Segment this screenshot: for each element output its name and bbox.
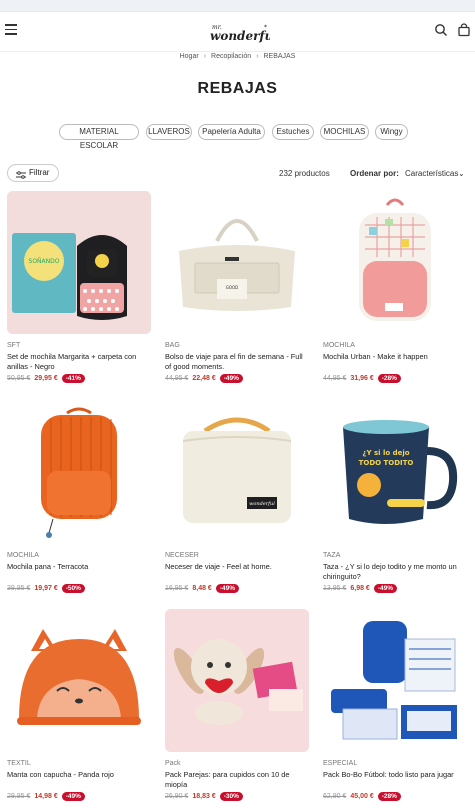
chevron-down-icon[interactable]: ⌄: [458, 169, 465, 178]
browser-top-strip: [0, 0, 475, 12]
filter-icon: [16, 169, 26, 179]
old-price: 26,90 €: [165, 792, 189, 800]
svg-text:GOOD: GOOD: [226, 285, 238, 290]
old-price: 50,95 €: [7, 374, 31, 382]
product-image[interactable]: ¿Y si lo dejo TODO TODITO: [323, 401, 467, 544]
sale-price: 8,48 €: [192, 584, 212, 592]
discount-badge: -49%: [215, 583, 240, 593]
old-price: 44,95 €: [165, 374, 189, 382]
product-image[interactable]: GOOD: [165, 191, 309, 334]
product-card[interactable]: SOÑANDO SFT Set de mochila Margarita + c…: [7, 191, 151, 384]
discount-badge: -30%: [219, 791, 243, 801]
product-card[interactable]: Pack Pack Parejas: para cupidos con 10 d…: [165, 609, 309, 802]
discount-badge: -49%: [373, 583, 398, 593]
breadcrumb: Hogar › Recopilación › REBAJAS: [0, 53, 475, 60]
product-card[interactable]: MOCHILA Mochila Urban - Make it happen 4…: [323, 191, 467, 384]
product-card[interactable]: ¿Y si lo dejo TODO TODITO TAZA Taza - ¿Y…: [323, 401, 467, 594]
chip-papeleria-adulta[interactable]: Papelería Adulta: [198, 124, 265, 140]
product-name[interactable]: Set de mochila Margarita + carpeta con a…: [7, 352, 151, 372]
product-category: MOCHILA: [323, 342, 355, 349]
svg-text:wonderful: wonderful: [249, 501, 275, 507]
svg-text:wonderful: wonderful: [210, 29, 270, 43]
discount-badge: -50%: [61, 583, 85, 593]
old-price: 29,95 €: [7, 792, 31, 800]
product-name[interactable]: Mochila pana - Terracota: [7, 562, 151, 582]
chip-wingy[interactable]: Wingy: [375, 124, 408, 140]
product-card[interactable]: wonderful NECESER Neceser de viaje - Fee…: [165, 401, 309, 594]
product-card[interactable]: MOCHILA Mochila pana - Terracota 39,95 €…: [7, 401, 151, 594]
chip-llaveros[interactable]: LLAVEROS: [146, 124, 192, 140]
sort-label: Ordenar por:: [350, 169, 399, 178]
category-chips: MATERIAL ESCOLAR LLAVEROS Papelería Adul…: [0, 124, 475, 150]
sale-price: 6,98 €: [350, 584, 370, 592]
product-image[interactable]: [165, 609, 309, 752]
sale-price: 29,95 €: [34, 374, 58, 382]
old-price: 13,95 €: [323, 584, 347, 592]
discount-badge: -49%: [61, 791, 85, 801]
bag-icon[interactable]: [457, 23, 471, 37]
breadcrumb-current: REBAJAS: [263, 53, 296, 60]
product-image[interactable]: [323, 191, 467, 334]
filter-label: Filtrar: [29, 168, 50, 177]
product-name[interactable]: Mochila Urban - Make it happen: [323, 352, 467, 372]
filter-button[interactable]: Filtrar: [7, 164, 59, 182]
svg-text:TODO TODITO: TODO TODITO: [359, 459, 414, 467]
product-category: ESPECIAL: [323, 760, 358, 767]
product-name[interactable]: Taza - ¿Y si lo dejo todito y me monto u…: [323, 562, 467, 582]
old-price: 44,95 €: [323, 374, 347, 382]
product-card[interactable]: TEXTIL Manta con capucha - Panda rojo 29…: [7, 609, 151, 802]
product-count: 232 productos: [279, 169, 330, 178]
product-card[interactable]: GOOD BAG Bolso de viaje para el fin de s…: [165, 191, 309, 384]
product-category: NECESER: [165, 552, 199, 559]
product-name[interactable]: Pack Parejas: para cupidos con 10 de mio…: [165, 770, 309, 790]
old-price: 39,95 €: [7, 584, 31, 592]
chip-estuches[interactable]: Estuches: [272, 124, 314, 140]
site-logo[interactable]: mr. wonderful *: [208, 20, 278, 44]
menu-icon[interactable]: [5, 24, 17, 36]
svg-text:¿Y si lo dejo: ¿Y si lo dejo: [362, 449, 409, 457]
product-name[interactable]: Manta con capucha - Panda rojo: [7, 770, 151, 790]
discount-badge: -28%: [377, 791, 401, 801]
product-category: TAZA: [323, 552, 341, 559]
sale-price: 18,83 €: [192, 792, 216, 800]
chip-mochilas[interactable]: MOCHILAS: [320, 124, 369, 140]
sort-select[interactable]: Características: [405, 169, 458, 178]
product-image[interactable]: wonderful: [165, 401, 309, 544]
product-category: BAG: [165, 342, 180, 349]
product-card[interactable]: ESPECIAL Pack Bo-Bo Fútbol: todo listo p…: [323, 609, 467, 802]
chevron-right-icon: ›: [203, 53, 207, 60]
sale-price: 22,48 €: [192, 374, 216, 382]
sale-price: 14,98 €: [34, 792, 58, 800]
product-image[interactable]: [7, 609, 151, 752]
page-title: REBAJAS: [197, 80, 278, 97]
svg-text:*: *: [264, 24, 267, 31]
product-name[interactable]: Neceser de viaje - Feel at home.: [165, 562, 309, 582]
breadcrumb-collection[interactable]: Recopilación: [211, 53, 251, 60]
old-price: 16,95 €: [165, 584, 189, 592]
sale-price: 19,97 €: [34, 584, 58, 592]
site-header: mr. wonderful *: [0, 12, 475, 52]
chevron-right-icon: ›: [256, 53, 259, 60]
discount-badge: -28%: [377, 373, 401, 383]
product-category: MOCHILA: [7, 552, 39, 559]
product-name[interactable]: Bolso de viaje para el fin de semana - F…: [165, 352, 309, 372]
sale-price: 31,96 €: [350, 374, 374, 382]
product-name[interactable]: Pack Bo-Bo Fútbol: todo listo para jugar: [323, 770, 467, 790]
product-category: TEXTIL: [7, 760, 31, 767]
chip-material-escolar[interactable]: MATERIAL ESCOLAR: [59, 124, 139, 150]
product-image[interactable]: [7, 401, 151, 544]
product-category: Pack: [165, 760, 181, 767]
product-image[interactable]: [323, 609, 467, 752]
discount-badge: -49%: [219, 373, 243, 383]
breadcrumb-home[interactable]: Hogar: [180, 53, 199, 60]
sale-price: 45,00 €: [350, 792, 374, 800]
old-price: 62,90 €: [323, 792, 347, 800]
product-image[interactable]: SOÑANDO: [7, 191, 151, 334]
svg-text:SOÑANDO: SOÑANDO: [29, 258, 60, 265]
search-icon[interactable]: [434, 23, 448, 37]
discount-badge: -41%: [61, 373, 85, 383]
product-category: SFT: [7, 342, 21, 349]
